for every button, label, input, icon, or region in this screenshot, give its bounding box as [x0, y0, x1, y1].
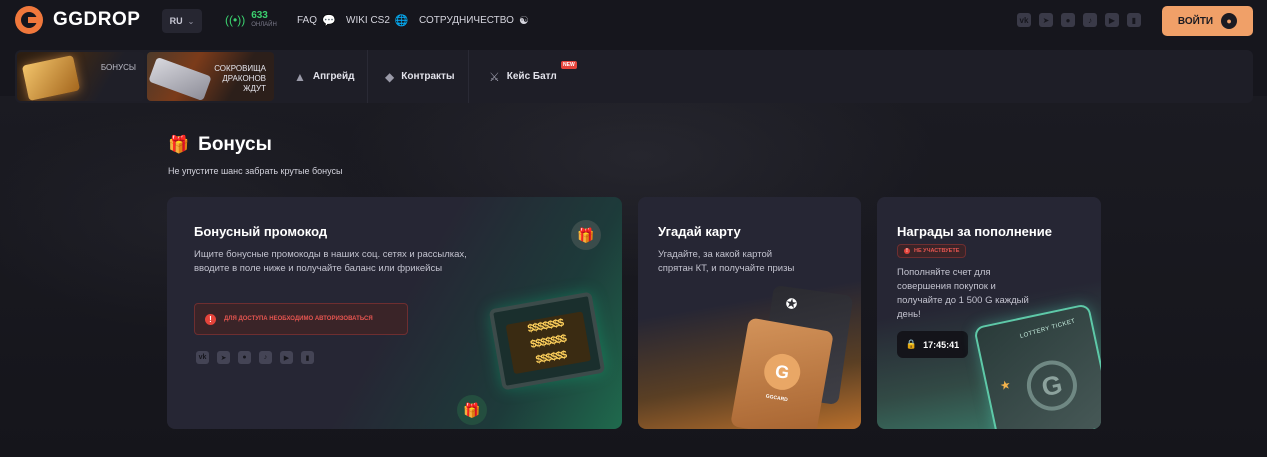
youtube-icon[interactable]: ▶ — [280, 351, 293, 364]
contract-icon: ◆ — [385, 69, 395, 84]
countdown-timer: 🔒 17:45:41 — [897, 331, 968, 358]
gift-icon: 🎁 — [457, 395, 487, 425]
upgrade-icon: ▲ — [294, 69, 306, 84]
ggdrop-coin-icon: G — [1022, 355, 1082, 416]
chat-icon: 💬 — [322, 15, 336, 27]
money-device-image: $$$$$$$ $$$$$$$ $$$$$$ — [488, 291, 606, 391]
login-label: ВОЙТИ — [1177, 15, 1214, 27]
twitch-icon[interactable]: ▮ — [301, 351, 314, 364]
deposit-rewards-card[interactable]: Награды за пополнение ! не участвуете По… — [877, 197, 1101, 429]
star-icon: ★ — [998, 377, 1012, 394]
guess-card-card[interactable]: Угадай карту Угадайте, за какой картой с… — [638, 197, 861, 429]
language-value: RU — [169, 16, 183, 26]
deposit-card-title: Награды за пополнение — [897, 224, 1052, 239]
online-label: онлайн — [251, 22, 277, 28]
ggdrop-coin-icon: G — [761, 351, 804, 393]
gift-icon: 🎁 — [571, 220, 601, 250]
subnav-upgrade[interactable]: ▲ Апгрейд — [281, 50, 369, 103]
twitch-icon[interactable]: ▮ — [1127, 13, 1141, 27]
brand-name: GGDROP — [53, 9, 141, 30]
lock-icon: 🔒 — [905, 339, 918, 349]
not-participating-badge: ! не участвуете — [897, 244, 967, 258]
not-participating-text: не участвуете — [914, 248, 960, 254]
login-button[interactable]: ВОЙТИ ● — [1162, 6, 1253, 36]
guess-card-title: Угадай карту — [658, 224, 741, 239]
money-screen: $$$$$$$ $$$$$$$ $$$$$$ — [505, 311, 592, 375]
auth-required-alert: ! Для доступа необходимо авторизоваться — [194, 303, 408, 335]
online-counter: ((•)) 633 онлайн — [225, 11, 277, 29]
promo-card-title: Бонусный промокод — [194, 224, 328, 239]
promo-bonuses[interactable]: БОНУСЫ — [17, 52, 144, 101]
partnership-icon: ☯ — [518, 15, 529, 27]
broadcast-icon: ((•)) — [225, 13, 246, 27]
logo-mark-icon — [15, 6, 43, 34]
vk-icon[interactable]: vk — [1017, 13, 1031, 27]
auth-required-text: Для доступа необходимо авторизоваться — [224, 316, 373, 322]
promo-dragon-label: СОКРОВИЩА ДРАКОНОВ ЖДУТ — [214, 64, 266, 93]
nav-partnership-label: СОТРУДНИЧЕСТВО — [419, 15, 514, 26]
telegram-icon[interactable]: ➤ — [1039, 13, 1053, 27]
promo-card-text: Ищите бонусные промокоды в наших соц. се… — [194, 249, 467, 274]
telegram-icon[interactable]: ➤ — [217, 351, 230, 364]
chevron-down-icon: ⌄ — [187, 16, 195, 26]
alert-icon: ! — [205, 313, 216, 325]
alert-icon: ! — [904, 248, 910, 254]
nav-faq-label: FAQ — [297, 15, 318, 26]
new-badge: NEW — [561, 61, 577, 69]
globe-icon: 🌐 — [394, 15, 409, 27]
page-subtitle: Не упустите шанс забрать крутые бонусы — [168, 166, 343, 176]
discord-icon[interactable]: ● — [238, 351, 251, 364]
subnav-case-battle[interactable]: ⚔ Кейс Батл — [476, 50, 570, 103]
vk-icon[interactable]: vk — [196, 351, 209, 364]
subnav-contracts[interactable]: ◆ Контракты — [372, 50, 469, 103]
page-title-text: Бонусы — [198, 134, 272, 155]
guess-card-text: Угадайте, за какой картой спрятан КТ, и … — [658, 249, 795, 274]
subnav-upgrade-label: Апгрейд — [312, 71, 355, 82]
tiktok-icon[interactable]: ♪ — [259, 351, 272, 364]
lottery-ticket-label: LOTTERY TICKET — [1019, 318, 1077, 340]
sub-navigation: БОНУСЫ СОКРОВИЩА ДРАКОНОВ ЖДУТ ▲ Апгрейд… — [15, 50, 1253, 103]
discord-icon[interactable]: ● — [1061, 13, 1075, 27]
timer-value: 17:45:41 — [923, 339, 960, 350]
promo-dragon-treasure[interactable]: СОКРОВИЩА ДРАКОНОВ ЖДУТ — [147, 52, 274, 101]
language-selector[interactable]: RU ⌄ — [162, 9, 202, 33]
nav-partnership[interactable]: СОТРУДНИЧЕСТВО ☯ — [419, 14, 529, 27]
gold-card-image: G GGCARD — [730, 317, 834, 429]
ct-emblem-icon: ✪ — [784, 294, 799, 313]
gift-icon: 🎁 — [168, 135, 190, 154]
nav-wiki-label: WIKI CS2 — [346, 15, 390, 26]
card-socials: vk ➤ ● ♪ ▶ ▮ — [196, 351, 314, 364]
subnav-contracts-label: Контракты — [401, 71, 455, 82]
page-title: 🎁 Бонусы — [168, 134, 272, 156]
card-label: GGCARD — [765, 393, 789, 404]
subnav-case-battle-label: Кейс Батл — [506, 71, 557, 82]
promo-bonuses-label: БОНУСЫ — [100, 63, 136, 72]
header-socials: vk ➤ ● ♪ ▶ ▮ — [1017, 13, 1141, 27]
deposit-card-text: Пополняйте счет для совершения покупок и… — [897, 267, 1029, 320]
youtube-icon[interactable]: ▶ — [1105, 13, 1119, 27]
top-header: GGDROP RU ⌄ ((•)) 633 онлайн FAQ 💬 WIKI … — [0, 0, 1267, 42]
logo[interactable]: GGDROP — [15, 6, 140, 34]
battle-icon: ⚔ — [489, 69, 500, 84]
steam-icon: ● — [1221, 13, 1238, 29]
nav-faq[interactable]: FAQ 💬 — [297, 14, 336, 27]
bonus-chest-image — [21, 54, 81, 101]
online-count: 633 — [251, 10, 268, 21]
bonus-promocode-card: Бонусный промокод Ищите бонусные промоко… — [167, 197, 622, 429]
tiktok-icon[interactable]: ♪ — [1083, 13, 1097, 27]
nav-wiki[interactable]: WIKI CS2 🌐 — [346, 14, 409, 27]
